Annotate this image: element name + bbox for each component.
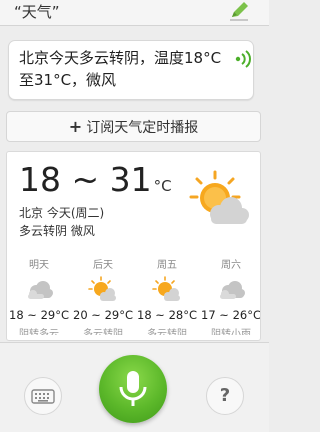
today-condition: 多云转阴 微风 xyxy=(19,224,95,238)
forecast-day-name: 周六 xyxy=(221,260,241,271)
weather-card[interactable]: 18 ~ 31 °C 北京 今天(周二) 多云转阴 微风 明天 18 ~ 29°… xyxy=(6,151,261,341)
forecast-day-name: 后天 xyxy=(93,260,113,271)
response-bubble: 北京今天多云转阴，温度18°C至31°C，微风 xyxy=(8,40,254,100)
forecast-temp: 17 ~ 26°C xyxy=(201,308,261,322)
forecast-day-name: 明天 xyxy=(29,260,49,271)
forecast-row: 明天 18 ~ 29°C 阴转多云 后天 20 ~ 29°C 多云转阴 周五 1… xyxy=(7,256,261,340)
subscribe-label: 订阅天气定时播报 xyxy=(86,120,199,136)
city-day: 北京 今天(周二) xyxy=(19,206,105,220)
response-text: 北京今天多云转阴，温度18°C至31°C，微风 xyxy=(19,49,222,89)
partly-cloudy-icon xyxy=(189,170,249,224)
cloudy-icon xyxy=(28,281,53,299)
keyboard-button[interactable] xyxy=(24,377,62,415)
forecast-day: 周五 18 ~ 28°C 多云转阴 xyxy=(135,256,199,335)
partly-cloudy-icon xyxy=(88,276,116,301)
microphone-icon xyxy=(119,371,147,406)
help-button[interactable]: ? xyxy=(206,377,244,415)
forecast-desc: 阴转小雨 xyxy=(211,329,251,335)
temp-unit: °C xyxy=(153,177,172,195)
forecast-day-name: 周五 xyxy=(157,260,177,271)
forecast-temp: 20 ~ 29°C xyxy=(73,308,133,322)
forecast-day: 明天 18 ~ 29°C 阴转多云 xyxy=(7,256,71,335)
query-text: “天气” xyxy=(14,3,60,21)
cloudy-icon xyxy=(220,281,245,299)
forecast-desc: 多云转阴 xyxy=(83,329,123,335)
speaker-icon[interactable] xyxy=(234,50,252,68)
query-bar: “天气” xyxy=(0,0,269,26)
forecast-temp: 18 ~ 28°C xyxy=(137,308,197,322)
subscribe-weather-button[interactable]: + 订阅天气定时播报 xyxy=(6,111,261,142)
forecast-day: 后天 20 ~ 29°C 多云转阴 xyxy=(71,256,135,335)
forecast-day: 周六 17 ~ 26°C 阴转小雨 xyxy=(199,256,261,335)
plus-icon: + xyxy=(68,117,83,136)
bottom-bar: ? xyxy=(0,342,269,432)
pencil-icon[interactable] xyxy=(228,1,250,21)
forecast-desc: 阴转多云 xyxy=(19,329,59,335)
today-temp-range: 18 ~ 31 xyxy=(19,160,152,199)
forecast-desc: 多云转阴 xyxy=(147,329,187,335)
today-temp-block: 18 ~ 31 °C xyxy=(19,160,172,199)
keyboard-icon xyxy=(31,389,55,404)
mic-button[interactable] xyxy=(99,355,167,423)
forecast-temp: 18 ~ 29°C xyxy=(9,308,69,322)
partly-cloudy-icon xyxy=(152,276,180,301)
